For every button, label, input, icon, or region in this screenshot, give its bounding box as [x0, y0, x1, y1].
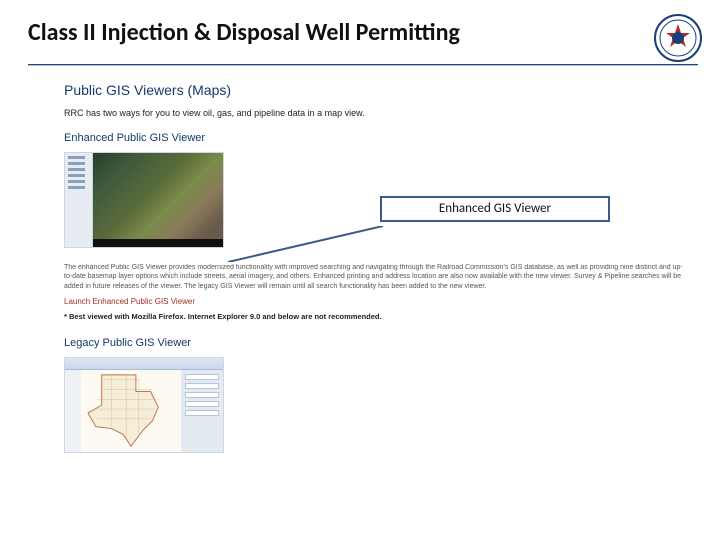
thumbnail-right-panel [181, 370, 223, 452]
legacy-viewer-thumbnail [64, 357, 224, 453]
heading-legacy: Legacy Public GIS Viewer [64, 337, 684, 349]
enhanced-viewer-thumbnail [64, 152, 224, 248]
thumbnail-footer [93, 239, 223, 247]
agency-seal-icon [654, 14, 702, 62]
intro-text: RRC has two ways for you to view oil, ga… [64, 108, 684, 118]
heading-enhanced: Enhanced Public GIS Viewer [64, 132, 684, 144]
thumbnail-left-panel [65, 370, 81, 452]
browser-note: * Best viewed with Mozilla Firefox. Inte… [64, 312, 684, 321]
content-area: Public GIS Viewers (Maps) RRC has two wa… [64, 82, 684, 458]
thumbnail-sidebar [65, 153, 93, 247]
title-divider [28, 64, 698, 66]
thumbnail-toolbar [65, 358, 223, 370]
enhanced-description: The enhanced Public GIS Viewer provides … [64, 263, 684, 291]
launch-enhanced-link[interactable]: Launch Enhanced Public GIS Viewer [64, 297, 684, 306]
callout-enhanced-gis: Enhanced GIS Viewer [380, 196, 610, 222]
thumbnail-aerial-map [93, 153, 223, 239]
heading-public-gis: Public GIS Viewers (Maps) [64, 82, 684, 98]
thumbnail-texas-map [81, 370, 181, 452]
page-title: Class II Injection & Disposal Well Permi… [28, 18, 460, 47]
